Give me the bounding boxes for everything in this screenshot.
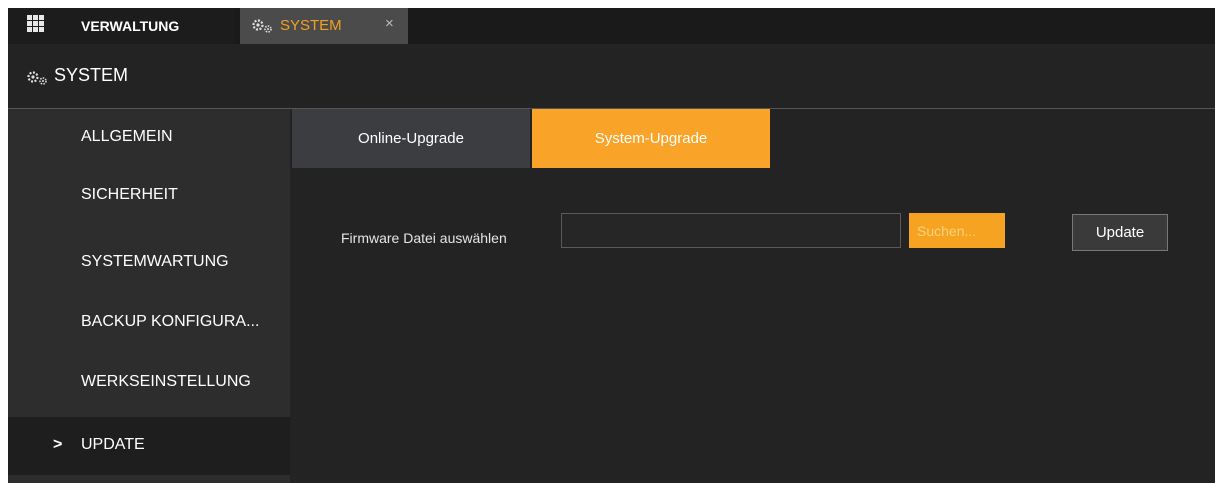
sidebar-item-update[interactable]: > UPDATE <box>8 417 290 475</box>
update-button[interactable]: Update <box>1072 214 1168 251</box>
tab-system-label: SYSTEM <box>280 17 342 34</box>
sidebar-item-werkseinstellung[interactable]: WERKSEINSTELLUNG <box>8 355 290 413</box>
gears-icon <box>27 71 47 85</box>
sidebar: ALLGEMEIN SICHERHEIT SYSTEMWARTUNG BACKU… <box>8 109 290 483</box>
home-tab-label: VERWALTUNG <box>81 18 180 34</box>
chevron-right-icon: > <box>53 436 63 453</box>
grid-icon <box>27 15 45 33</box>
gears-icon <box>252 19 272 33</box>
sidebar-item-allgemein[interactable]: ALLGEMEIN <box>8 109 290 167</box>
tab-label: Online-Upgrade <box>358 130 464 147</box>
sidebar-item-label: SYSTEMWARTUNG <box>81 253 229 270</box>
home-tab[interactable]: VERWALTUNG <box>8 8 235 44</box>
app-window: VERWALTUNG SYSTEM × SYSTEM ALLGEMEIN SIC… <box>8 8 1215 483</box>
main-content: Online-Upgrade System-Upgrade Firmware D… <box>290 109 1215 483</box>
sidebar-item-label: ALLGEMEIN <box>81 128 173 145</box>
firmware-file-label: Firmware Datei auswählen <box>341 230 507 246</box>
sidebar-item-sicherheit[interactable]: SICHERHEIT <box>8 171 290 229</box>
tab-online-upgrade[interactable]: Online-Upgrade <box>292 109 530 168</box>
sidebar-item-label: UPDATE <box>81 436 145 453</box>
sidebar-item-backup-konfiguration[interactable]: BACKUP KONFIGURA... <box>8 293 290 351</box>
section-header: SYSTEM <box>8 44 1215 109</box>
firmware-file-field[interactable] <box>561 213 901 248</box>
sidebar-item-systemwartung[interactable]: SYSTEMWARTUNG <box>8 233 290 291</box>
close-icon[interactable]: × <box>385 15 394 32</box>
search-button[interactable]: Suchen... <box>909 213 1005 248</box>
top-tab-bar: VERWALTUNG SYSTEM × <box>8 8 1215 44</box>
tab-system-upgrade[interactable]: System-Upgrade <box>532 109 770 168</box>
page-title: SYSTEM <box>54 65 129 85</box>
tab-label: System-Upgrade <box>594 130 708 147</box>
tab-system[interactable]: SYSTEM × <box>240 8 408 44</box>
sidebar-item-label: BACKUP KONFIGURA... <box>81 313 260 330</box>
sidebar-item-label: SICHERHEIT <box>81 186 178 203</box>
sidebar-item-label: WERKSEINSTELLUNG <box>81 373 251 390</box>
